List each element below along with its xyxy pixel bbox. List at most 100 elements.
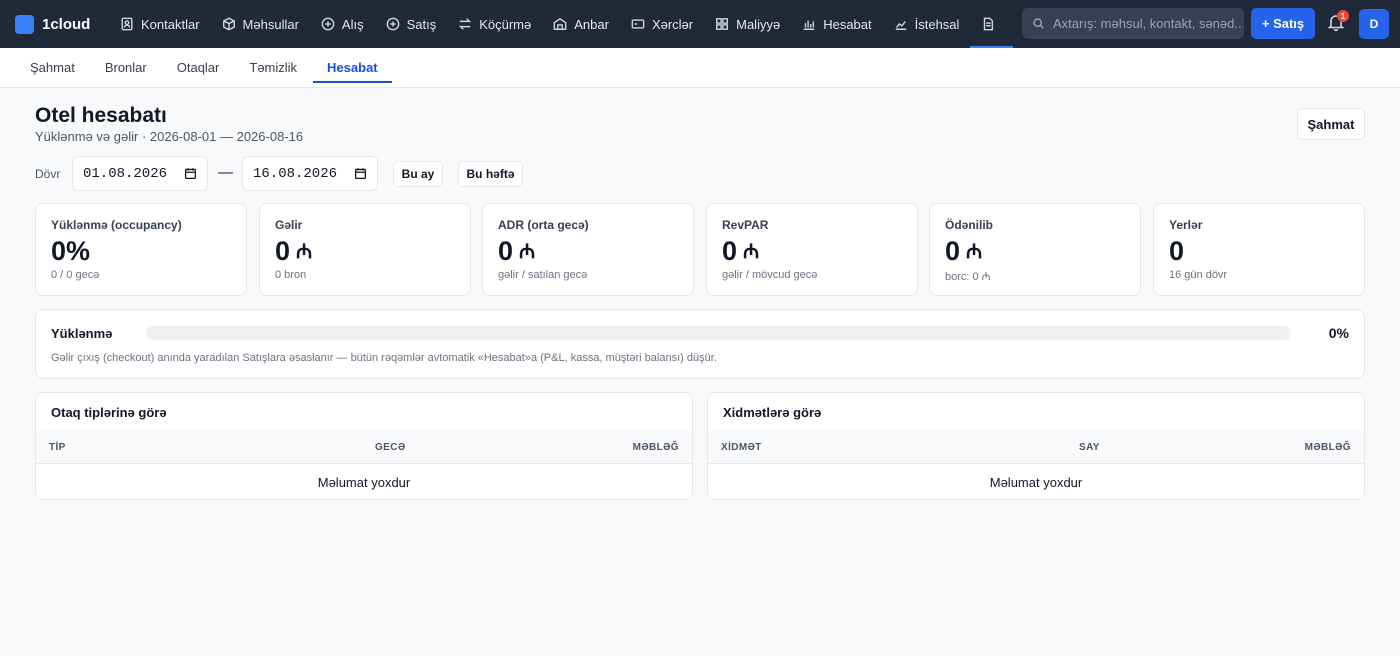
calendar-icon[interactable] <box>354 167 367 180</box>
nav-item-label: İstehsal <box>914 16 960 32</box>
kpi-card-adr: ADR (orta gecə) 0 ₼ gəlir / satılan gecə <box>482 203 694 296</box>
factory-icon <box>895 20 906 30</box>
empty-state: Məlumat yoxdur <box>989 474 1083 490</box>
kpi-label: Gəlir <box>275 218 303 232</box>
app-logo[interactable]: 1cloud <box>15 14 95 34</box>
this-week-button[interactable]: Bu həftə <box>458 161 523 187</box>
app-name: 1cloud <box>42 15 91 33</box>
kpi-value: 0 ₼ <box>722 236 902 267</box>
period-label: Dövr <box>35 167 61 181</box>
kpi-value: 0 <box>1169 236 1349 267</box>
kpi-value: 0 ₼ <box>498 236 678 267</box>
kpi-subtext: 0 bron <box>275 268 307 281</box>
nav-item-label: Maliyyə <box>736 16 781 32</box>
date-to-value: 16.08.2026 <box>253 165 338 182</box>
occupancy-note: Gəlir çıxış (checkout) anında yaradılan … <box>51 352 717 364</box>
search-icon <box>1033 18 1044 29</box>
plus-circle-icon <box>321 17 335 31</box>
kpi-value: 0% <box>51 236 231 267</box>
nav-item-label: Məhsullar <box>242 16 299 32</box>
main-nav: Kontaktlar Məhsullar Alış Satış Köçürmə … <box>109 0 1023 48</box>
tab-cleaning[interactable]: Təmizlik <box>235 48 311 87</box>
nav-item-document[interactable] <box>970 0 1014 48</box>
transfer-icon <box>459 18 472 30</box>
kpi-card-beds: Yerlər 0 16 gün dövr <box>1153 203 1365 296</box>
kpi-value: 0 ₼ <box>275 236 455 267</box>
contacts-icon <box>121 17 133 31</box>
wallet-icon <box>631 19 645 29</box>
kpi-subtext: borc: 0 ₼ <box>945 270 991 283</box>
calendar-icon[interactable] <box>184 167 197 180</box>
nav-item-reports[interactable]: Hesabat <box>791 0 882 48</box>
column-header-amount: MƏBLƏĞ <box>632 442 679 453</box>
kpi-label: Yerlər <box>1169 218 1203 232</box>
this-month-button[interactable]: Bu ay <box>393 161 443 187</box>
notifications-button[interactable]: 1 <box>1327 10 1349 35</box>
nav-item-label: Alış <box>341 16 364 32</box>
table-header: TİP GECƏ MƏBLƏĞ <box>36 430 692 464</box>
table-title: Otaq tiplərinə görə <box>51 405 167 420</box>
nav-item-production[interactable]: İstehsal <box>883 0 971 48</box>
box-icon <box>222 17 235 31</box>
kpi-card-revpar: RevPAR 0 ₼ gəlir / mövcud gecə <box>706 203 918 296</box>
nav-item-sale[interactable]: Satış <box>375 0 448 48</box>
currency-symbol: ₼ <box>966 240 983 263</box>
kpi-subtext: gəlir / satılan gecə <box>498 268 588 281</box>
date-separator: — <box>218 164 233 181</box>
column-header-nights: GECƏ <box>375 442 406 453</box>
currency-symbol: ₼ <box>296 240 313 263</box>
kpi-number: 0 <box>275 236 291 266</box>
bar-chart-icon <box>803 20 815 30</box>
nav-item-label: Satış <box>406 16 437 32</box>
search-input[interactable] <box>1053 16 1243 31</box>
nav-item-purchase[interactable]: Alış <box>310 0 375 48</box>
document-icon <box>984 17 994 31</box>
occupancy-percent: 0% <box>1328 325 1349 341</box>
currency-symbol: ₼ <box>519 240 536 263</box>
nav-item-products[interactable]: Məhsullar <box>211 0 310 48</box>
kpi-subtext: 16 gün dövr <box>1169 268 1228 281</box>
kpi-number: 0 <box>722 236 738 266</box>
kpi-value: 0 ₼ <box>945 236 1125 267</box>
table-title: Xidmətlərə görə <box>723 405 822 420</box>
empty-state: Məlumat yoxdur <box>317 474 411 490</box>
table-header: XİDMƏT SAY MƏBLƏĞ <box>708 430 1364 464</box>
grid-icon <box>716 18 729 30</box>
chess-button[interactable]: Şahmat <box>1297 108 1365 140</box>
notification-badge: 1 <box>1337 10 1349 22</box>
tab-chess[interactable]: Şahmat <box>16 48 89 87</box>
nav-item-warehouse[interactable]: Anbar <box>542 0 620 48</box>
column-header-amount: MƏBLƏĞ <box>1304 442 1351 453</box>
plus-circle-icon <box>386 17 399 31</box>
nav-item-transfer[interactable]: Köçürmə <box>447 0 542 48</box>
tab-bookings[interactable]: Bronlar <box>91 48 161 87</box>
page-title: Otel hesabatı <box>35 104 167 127</box>
tab-rooms[interactable]: Otaqlar <box>163 48 234 87</box>
nav-item-label: Xərclər <box>651 16 694 32</box>
room-types-table: Otaq tiplərinə görə TİP GECƏ MƏBLƏĞ Məlu… <box>35 392 693 500</box>
nav-item-label: Köçürmə <box>479 16 532 32</box>
tab-report[interactable]: Hesabat <box>313 48 392 87</box>
kpi-label: Ödənilib <box>945 218 993 232</box>
top-bar: 1cloud Kontaktlar Məhsullar Alış Satış K… <box>0 0 1400 48</box>
warehouse-icon <box>553 17 567 30</box>
column-header-service: XİDMƏT <box>721 442 762 453</box>
date-from-value: 01.08.2026 <box>83 165 168 182</box>
kpi-number: 0% <box>51 236 91 266</box>
kpi-card-occupancy: Yüklənmə (occupancy) 0% 0 / 0 gecə <box>35 203 247 296</box>
services-table: Xidmətlərə görə XİDMƏT SAY MƏBLƏĞ Məluma… <box>707 392 1365 500</box>
kpi-label: RevPAR <box>722 218 769 232</box>
nav-item-finance[interactable]: Maliyyə <box>704 0 791 48</box>
kpi-number: 0 <box>945 236 961 266</box>
new-sale-button[interactable]: + Satış <box>1251 8 1315 39</box>
user-avatar[interactable]: D <box>1359 9 1389 39</box>
occupancy-label: Yüklənmə <box>51 326 113 341</box>
date-to-input[interactable]: 16.08.2026 <box>242 156 378 191</box>
nav-item-expenses[interactable]: Xərclər <box>620 0 704 48</box>
kpi-label: ADR (orta gecə) <box>498 218 589 232</box>
date-from-input[interactable]: 01.08.2026 <box>72 156 208 191</box>
column-header-type: TİP <box>49 442 66 453</box>
nav-item-contacts[interactable]: Kontaktlar <box>109 0 211 48</box>
kpi-card-paid: Ödənilib 0 ₼ borc: 0 ₼ <box>929 203 1141 296</box>
logo-icon <box>15 14 34 34</box>
